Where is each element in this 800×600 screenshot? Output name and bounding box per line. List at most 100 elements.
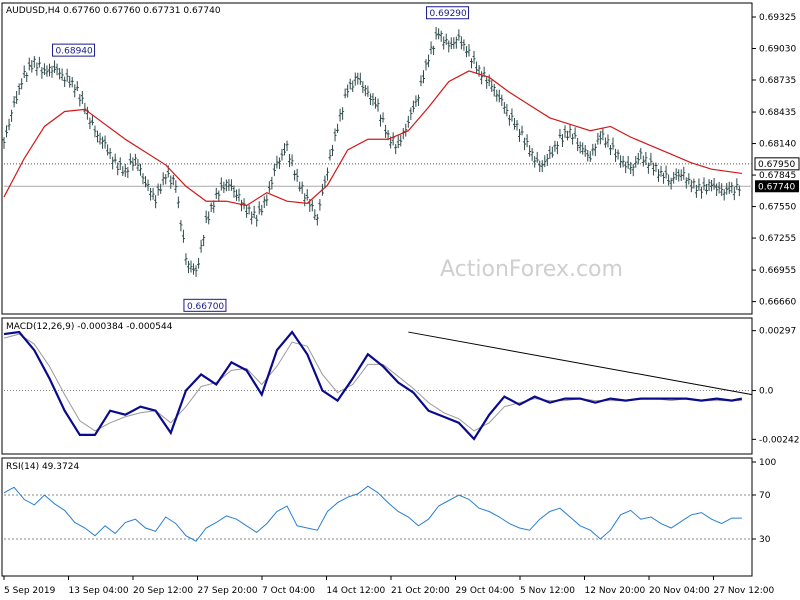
ohlc-bar [250,211,254,225]
price-y-tick-label: 0.69030 [759,45,796,55]
ohlc-bar [699,186,703,199]
ohlc-bar [179,220,183,232]
ohlc-bar [502,102,506,114]
ohlc-bar [505,104,509,117]
ohlc-bar [573,127,577,139]
macd-panel-title: MACD(12,26,9) -0.000384 -0.000544 [6,322,173,332]
ohlc-bar [644,151,648,166]
ohlc-bar [45,65,49,77]
ohlc-bar [65,68,69,82]
ohlc-bar [207,211,211,225]
price-y-tick-label: 0.68140 [759,140,796,150]
ohlc-bar [37,56,41,68]
ohlc-bar [255,214,259,227]
ohlc-bar [118,157,122,171]
ohlc-bar [30,60,34,73]
ohlc-bar [293,170,297,181]
ohlc-bar [361,81,365,94]
ohlc-bar [245,205,249,218]
ohlc-bar [300,181,304,194]
macd-y-tick-label: 0.0 [759,387,774,397]
ohlc-bar [368,93,372,106]
ohlc-bar [437,28,441,40]
ohlc-bar [732,186,736,201]
ohlc-bar [151,187,155,200]
ohlc-bar [88,117,92,130]
ohlc-bar [391,132,395,146]
ohlc-bar [27,57,31,71]
ohlc-bar [181,229,185,243]
price-panel-title: AUDUSD,H4 0.67760 0.67760 0.67731 0.6774… [6,6,221,16]
x-tick-label: 5 Sep 2019 [4,586,56,596]
x-tick-label: 20 Sep 12:00 [133,586,193,596]
ohlc-bar [136,158,140,172]
ohlc-bar [414,95,418,107]
macd-panel-frame [1,317,753,455]
ohlc-bar [394,144,398,155]
ohlc-bar [272,163,276,176]
ohlc-bar [692,178,696,189]
ohlc-bar [452,37,456,49]
ohlc-bar [161,172,165,186]
ohlc-bar [593,143,597,157]
ohlc-bar [619,155,623,168]
ohlc-bar [35,62,39,76]
ohlc-bar [406,115,410,128]
ohlc-bar [108,147,112,159]
ohlc-bar [212,200,216,213]
ohlc-bar [290,154,294,167]
x-tick-label: 5 Nov 12:00 [520,586,575,596]
price-panel-frame [1,2,753,315]
ohlc-bar [550,146,554,158]
ohlc-bar [70,77,74,88]
x-tick-label: 27 Sep 20:00 [198,586,258,596]
price-y-tick-label: 0.67550 [759,203,796,213]
x-tick-label: 20 Nov 04:00 [649,586,710,596]
ohlc-bar [596,132,600,145]
ohlc-bar [492,83,496,97]
x-tick-label: 13 Sep 04:00 [69,586,129,596]
ohlc-bar [288,153,292,168]
ohlc-bar [219,177,223,191]
ohlc-bar [631,163,635,177]
macd-main-line [3,330,743,441]
ohlc-bar [366,85,370,97]
ohlc-bar [12,96,16,108]
ohlc-bar [363,84,367,97]
ohlc-bar [419,75,423,87]
ohlc-bar [22,65,26,78]
ohlc-bar [280,148,284,161]
ohlc-bar [518,128,522,142]
ohlc-bar [93,125,97,138]
ohlc-bar [735,178,739,190]
ohlc-bar [146,179,150,191]
ohlc-bar [111,156,115,170]
ohlc-bar [434,26,438,40]
ohlc-bar [548,145,552,159]
ohlc-bar [209,202,213,212]
ohlc-bar [636,152,640,165]
ohlc-bar [634,156,638,168]
ohlc-bar [5,125,9,138]
ohlc-bar [262,196,266,209]
ohlc-bar [275,155,279,169]
rsi-line [3,485,742,542]
ohlc-bar [83,102,87,115]
ohlc-bar [657,169,660,182]
ohlc-bar [295,168,299,182]
ohlc-bar [73,84,77,98]
ohlc-bar [164,174,168,185]
x-tick-label: 29 Oct 04:00 [456,586,515,596]
ohlc-bar [571,133,575,145]
ohlc-bar [338,108,342,122]
ohlc-bar [586,149,590,162]
macd-trendline [408,331,753,396]
ohlc-bar [270,176,274,190]
ohlc-bar [722,189,726,201]
x-tick-label: 21 Oct 20:00 [391,586,450,596]
ohlc-bar [530,148,534,161]
ohlc-bar [616,149,620,160]
ohlc-bar [149,187,153,201]
current-price-label: 0.67740 [758,182,795,192]
ohlc-bar [553,140,557,152]
